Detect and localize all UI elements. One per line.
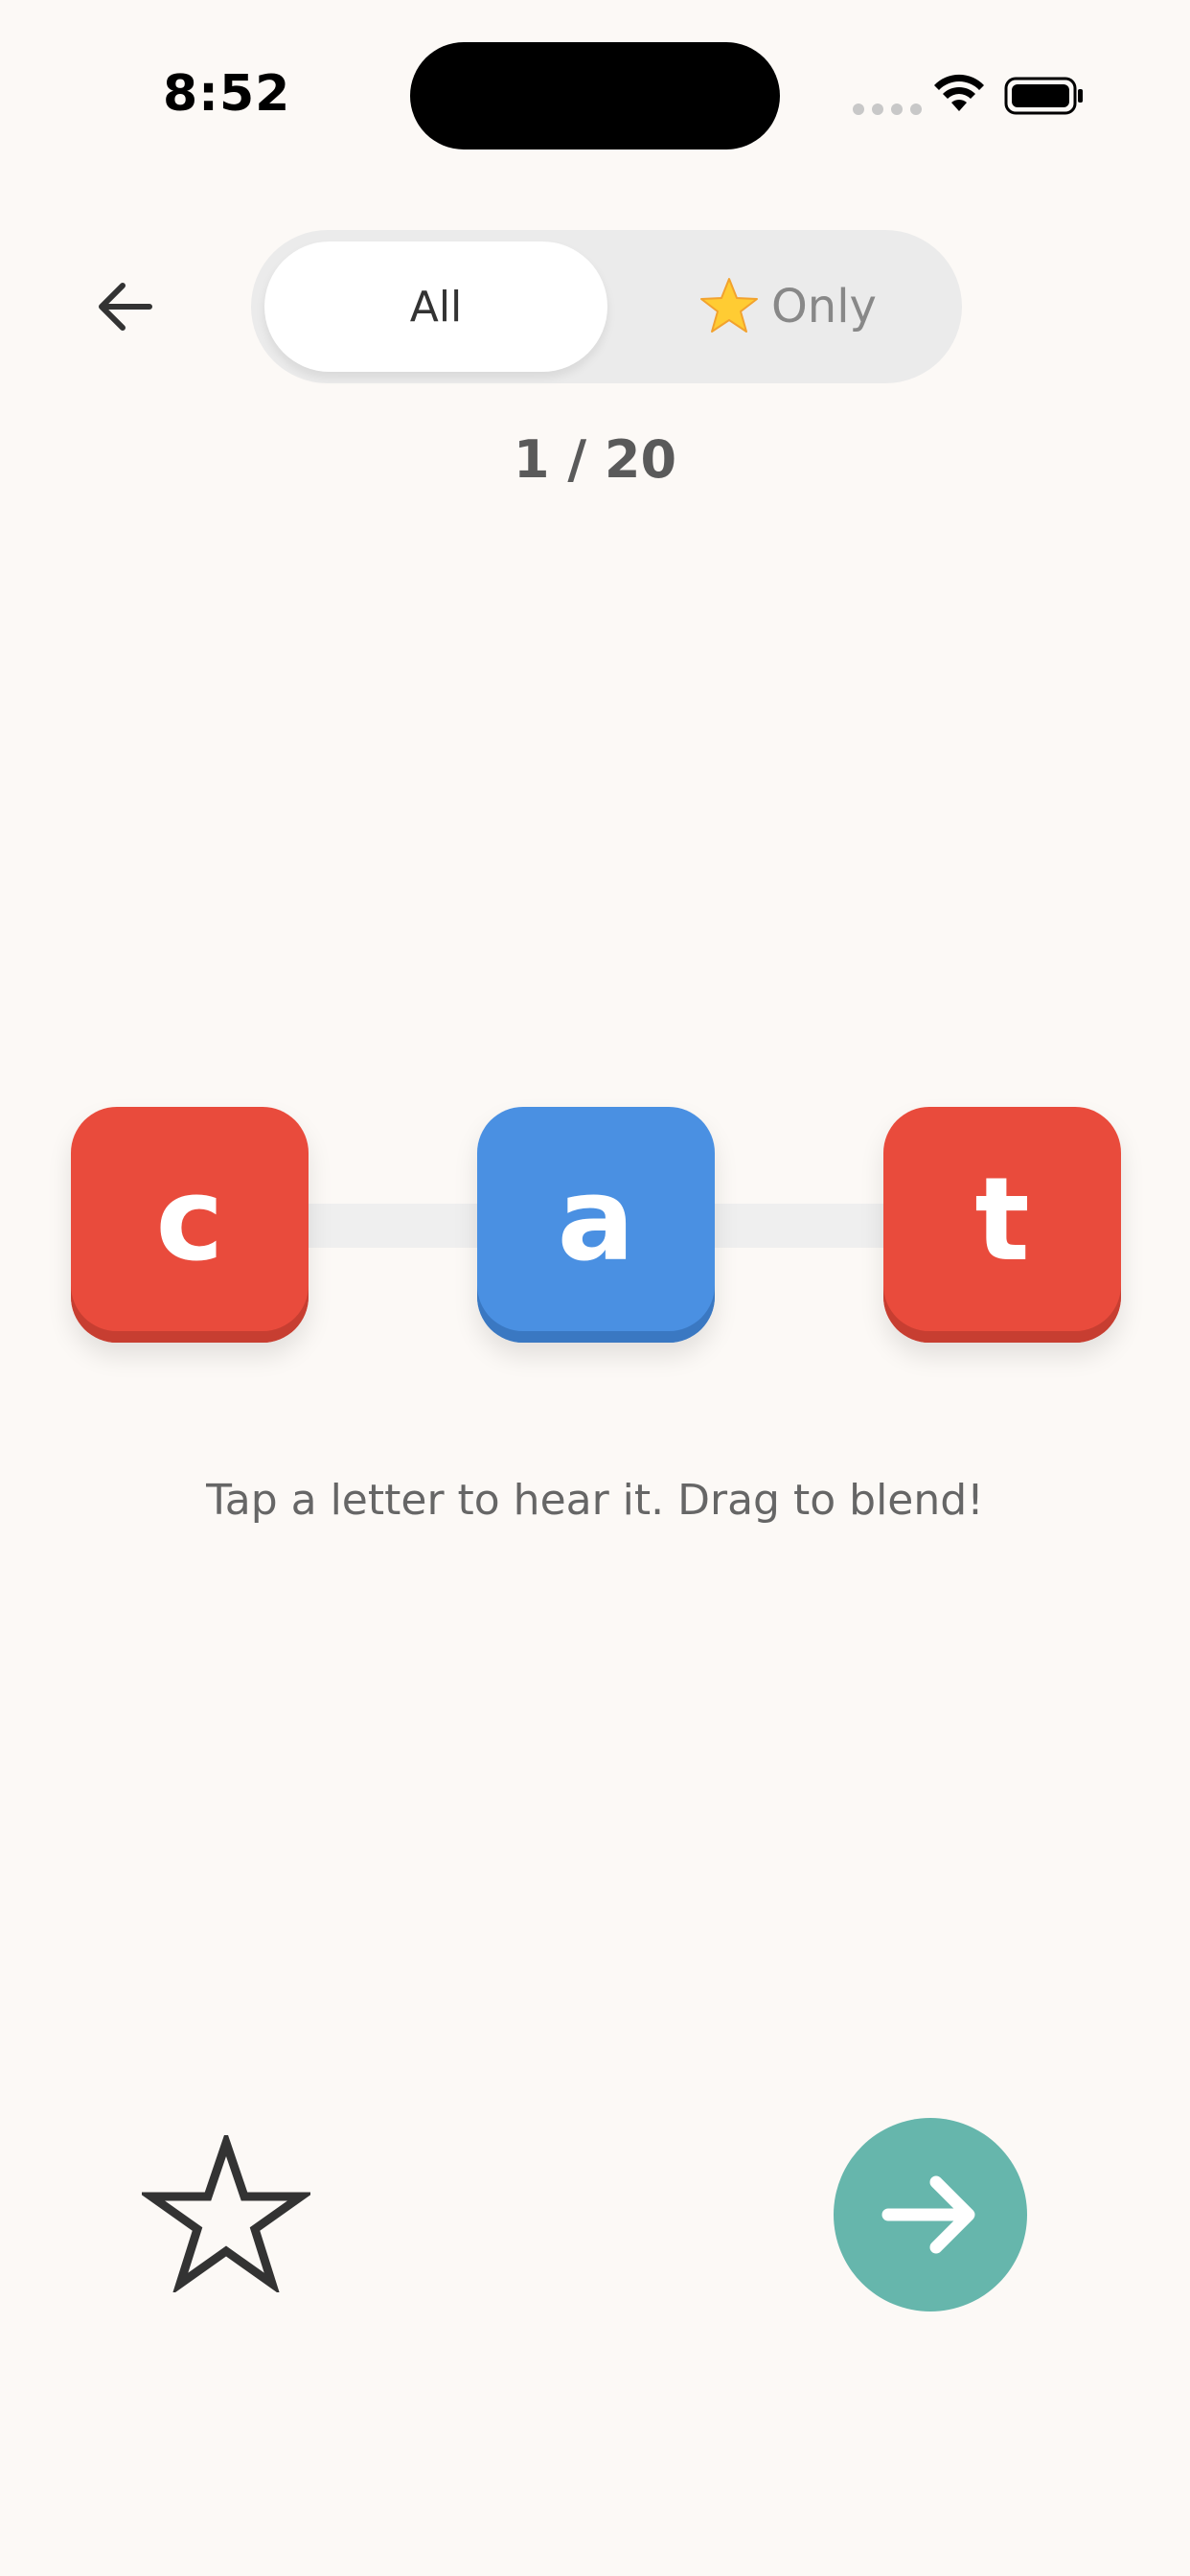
dynamic-island [410, 42, 780, 150]
letter-tile[interactable]: c [71, 1107, 309, 1343]
tile-connector [711, 1204, 883, 1248]
progress-counter: 1 / 20 [513, 429, 677, 490]
filter-only-label: Only [771, 280, 877, 334]
instruction-text: Tap a letter to hear it. Drag to blend! [206, 1476, 984, 1525]
status-time: 8:52 [163, 65, 291, 123]
cellular-signal-icon [853, 104, 922, 115]
favorite-star-button[interactable] [137, 2128, 315, 2295]
status-bar: 8:52 [0, 0, 1190, 172]
star-outline-icon [137, 2128, 315, 2295]
back-button[interactable] [86, 268, 163, 345]
tile-connector [305, 1204, 477, 1248]
filter-starred-only-tab[interactable]: Only [625, 242, 950, 372]
arrow-right-icon [881, 2175, 975, 2254]
filter-segmented-control: All Only [251, 230, 962, 383]
letter-tile[interactable]: a [477, 1107, 715, 1343]
star-emoji-icon [700, 278, 759, 333]
next-button[interactable] [834, 2118, 1027, 2312]
filter-all-label: All [409, 282, 463, 332]
battery-icon [1004, 77, 1083, 115]
wifi-icon [934, 74, 984, 111]
arrow-left-icon [99, 283, 152, 331]
letter-tile-char: c [155, 1153, 224, 1287]
letter-tile[interactable]: t [883, 1107, 1121, 1343]
letter-tile-char: a [557, 1153, 635, 1287]
letter-tiles-row: c a t [0, 1102, 1190, 1351]
filter-all-tab[interactable]: All [264, 242, 607, 372]
letter-tile-char: t [974, 1153, 1030, 1287]
